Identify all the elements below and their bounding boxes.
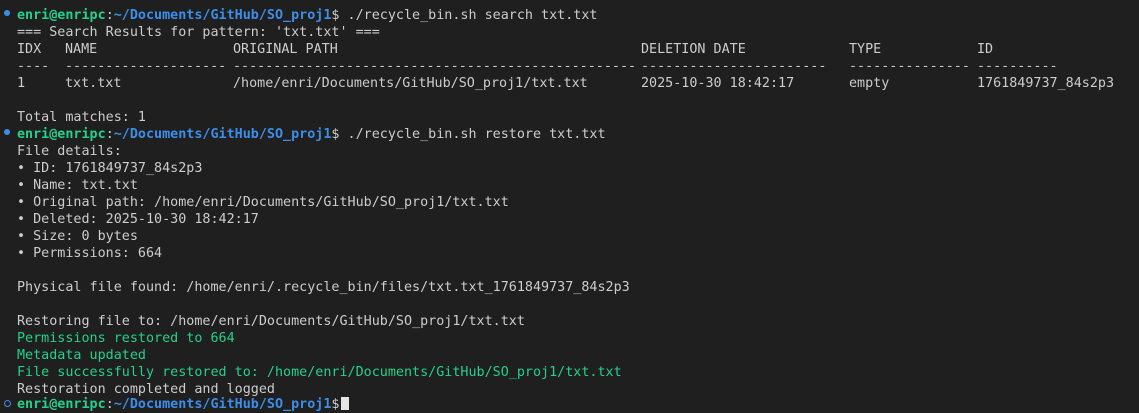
header-type: TYPE [849,42,882,57]
file-detail-size: • Size: 0 bytes [17,229,138,244]
physical-file-line: Physical file found: /home/enri/.recycle… [17,280,630,295]
prompt-line-restore: enri@enripc:~/Documents/GitHub/SO_proj1$… [17,126,606,143]
file-detail-name: • Name: txt.txt [17,178,138,193]
cell-id: 1761849737_84s2p3 [977,76,1115,91]
table-header-row: IDX NAME ORIGINAL PATH DELETION DATE TYP… [17,41,1137,58]
prompt-user: enri@enripc [17,127,106,142]
terminal-panel[interactable]: enri@enripc:~/Documents/GitHub/SO_proj1$… [0,0,1139,412]
success-permissions: Permissions restored to 664 [17,331,235,346]
prompt-user: enri@enripc [17,8,106,23]
prompt-colon: : [105,127,114,142]
header-name: NAME [65,42,98,57]
header-idx: IDX [17,42,42,57]
separator-id: ---------- [977,59,1058,74]
cell-original-path: /home/enri/Documents/GitHub/SO_proj1/txt… [233,76,588,91]
prompt-line-current: enri@enripc:~/Documents/GitHub/SO_proj1$ [17,396,350,413]
separator-idx: ---- [17,59,50,74]
header-id: ID [977,42,994,57]
prompt-colon: : [105,397,114,412]
cell-idx: 1 [17,76,26,91]
prompt-path: ~/Documents/GitHub/SO_proj1 [113,397,332,412]
separator-original-path: ----------------------------------------… [233,59,637,74]
prompt-command: ./recycle_bin.sh restore txt.txt [339,127,606,142]
header-deletion-date: DELETION DATE [641,42,746,57]
prompt-command: ./recycle_bin.sh search txt.txt [339,8,598,23]
file-details-title: File details: [17,144,122,159]
cell-deletion-date: 2025-10-30 18:42:17 [641,76,795,91]
table-row: 1 txt.txt /home/enri/Documents/GitHub/SO… [17,75,1137,92]
prompt-colon: : [105,8,114,23]
separator-deletion-date: ----------------------- [641,59,827,74]
prompt-line-search: enri@enripc:~/Documents/GitHub/SO_proj1$… [17,7,597,24]
prompt-dollar: $ [331,397,340,412]
file-detail-deleted: • Deleted: 2025-10-30 18:42:17 [17,212,259,227]
file-detail-permissions: • Permissions: 664 [17,246,163,261]
table-separator-row: ---- -------------------- --------------… [17,58,1137,75]
total-matches: Total matches: 1 [17,110,146,125]
restoring-line: Restoring file to: /home/enri/Documents/… [17,314,525,329]
prompt-path: ~/Documents/GitHub/SO_proj1 [113,8,332,23]
prompt-user: enri@enripc [17,397,106,412]
success-metadata: Metadata updated [17,348,146,363]
prompt-path: ~/Documents/GitHub/SO_proj1 [113,127,332,142]
cell-name: txt.txt [65,76,122,91]
command-status-icon[interactable] [4,129,10,135]
file-detail-id: • ID: 1761849737_84s2p3 [17,161,203,176]
command-status-icon[interactable] [4,10,10,16]
cell-type: empty [849,76,890,91]
separator-name: -------------------- [65,59,227,74]
file-detail-original-path: • Original path: /home/enri/Documents/Gi… [17,195,509,210]
header-original-path: ORIGINAL PATH [233,42,338,57]
search-header: === Search Results for pattern: 'txt.txt… [17,25,380,40]
separator-type: --------------- [849,59,970,74]
success-restored: File successfully restored to: /home/enr… [17,365,622,380]
